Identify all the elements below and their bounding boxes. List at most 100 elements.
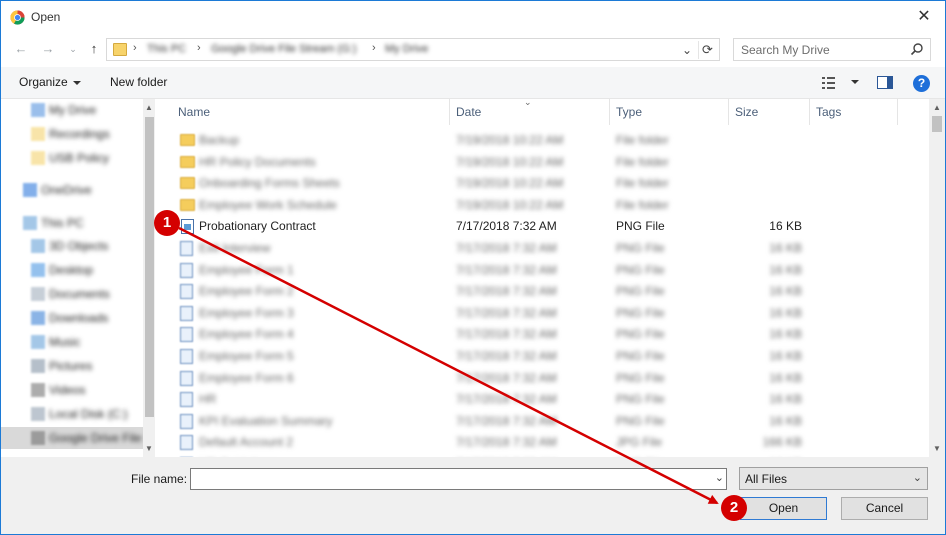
file-row[interactable]: Employee Form 2 7/17/2018 7:32 AM PNG File… bbox=[164, 281, 929, 302]
disk-icon bbox=[31, 407, 45, 421]
close-icon[interactable]: ✕ bbox=[913, 6, 935, 28]
file-type: PNG File bbox=[616, 284, 665, 299]
cancel-button[interactable]: Cancel bbox=[841, 497, 928, 520]
file-size: 16 KB bbox=[769, 219, 802, 234]
scroll-up-icon[interactable]: ▲ bbox=[929, 101, 945, 115]
file-row[interactable]: HR 7/17/2018 7:32 AM PNG File 16 KB bbox=[164, 389, 929, 410]
file-row[interactable]: KPI Evaluation Summary 7/17/2018 7:32 AM P… bbox=[164, 411, 929, 432]
file-size: 16 KB bbox=[769, 262, 802, 277]
file-name-dropdown-icon[interactable]: ⌄ bbox=[715, 471, 724, 484]
scroll-down-icon[interactable]: ▼ bbox=[929, 442, 945, 456]
file-name-label: File name: bbox=[131, 472, 188, 486]
open-file-dialog: Open ✕ ← → ⌄ ↑ › This PC › Google Drive … bbox=[0, 0, 946, 535]
scroll-up-icon[interactable]: ▲ bbox=[143, 101, 155, 115]
file-date: 7/17/2018 7:32 AM bbox=[456, 219, 557, 234]
file-row[interactable]: Employee Form 1 7/17/2018 7:32 AM PNG File… bbox=[164, 260, 929, 281]
column-name[interactable]: Name bbox=[172, 99, 450, 125]
address-dropdown-icon[interactable]: ⌄ bbox=[679, 41, 695, 59]
refresh-icon[interactable]: ⟳ bbox=[698, 41, 716, 59]
file-name: Employee Form 4 bbox=[199, 327, 294, 342]
forward-arrow-icon[interactable]: → bbox=[39, 39, 57, 59]
search-box[interactable] bbox=[733, 38, 931, 61]
nav-item-label: Downloads bbox=[49, 311, 109, 325]
nav-item-label: Desktop bbox=[49, 263, 94, 277]
this-pc-icon bbox=[23, 216, 37, 230]
nav-item[interactable]: Desktop bbox=[1, 259, 143, 281]
file-type-filter-value: All Files bbox=[745, 472, 788, 486]
nav-item-label: Google Drive File bbox=[49, 431, 142, 445]
preview-pane-icon[interactable] bbox=[877, 76, 893, 89]
file-row[interactable]: Employee Work Schedule 7/19/2018 10:22 AM… bbox=[164, 195, 929, 216]
nav-item[interactable]: Downloads bbox=[1, 307, 143, 329]
file-type: PNG File bbox=[616, 413, 665, 428]
file-row[interactable]: Onboarding Forms Sheets 7/19/2018 10:22 A… bbox=[164, 173, 929, 194]
column-type[interactable]: Type bbox=[610, 99, 729, 125]
file-date: 7/19/2018 10:22 AM bbox=[456, 133, 564, 147]
file-row[interactable]: Employee Form 5 7/17/2018 7:32 AM PNG File… bbox=[164, 346, 929, 367]
search-input[interactable] bbox=[739, 40, 909, 60]
nav-scrollbar[interactable]: ▲ ▼ bbox=[143, 99, 155, 457]
column-tags[interactable]: Tags bbox=[810, 99, 898, 125]
file-row[interactable]: Probationary Contract 7/17/2018 7:32 AM PN… bbox=[164, 216, 929, 237]
nav-item[interactable]: Pictures bbox=[1, 355, 143, 377]
file-size: 16 KB bbox=[769, 392, 802, 407]
image-file-icon bbox=[180, 284, 193, 300]
column-size[interactable]: Size bbox=[729, 99, 810, 125]
new-folder-button[interactable]: New folder bbox=[110, 75, 167, 89]
scroll-down-icon[interactable]: ▼ bbox=[143, 442, 155, 456]
nav-item[interactable]: My Drive bbox=[1, 99, 143, 121]
breadcrumb-this-pc[interactable]: This PC bbox=[147, 43, 186, 55]
file-list-scroll-thumb[interactable] bbox=[932, 116, 942, 132]
search-icon[interactable] bbox=[910, 42, 924, 56]
file-row[interactable]: Backup 7/19/2018 10:22 AM File folder bbox=[164, 130, 929, 151]
videos-icon bbox=[31, 383, 45, 397]
file-list-scrollbar[interactable]: ▲ ▼ bbox=[929, 99, 945, 457]
file-row[interactable]: Employee Form 3 7/17/2018 7:32 AM PNG File… bbox=[164, 303, 929, 324]
breadcrumb-drive[interactable]: Google Drive File Stream (G:) bbox=[211, 43, 356, 55]
address-bar[interactable]: › This PC › Google Drive File Stream (G:… bbox=[106, 38, 720, 61]
nav-item-label: USB Policy bbox=[49, 151, 110, 165]
nav-item[interactable]: USB Policy bbox=[1, 147, 143, 169]
open-button[interactable]: Open bbox=[740, 497, 827, 520]
file-type: File folder bbox=[616, 133, 669, 147]
file-row[interactable]: Employee Form 4 7/17/2018 7:32 AM PNG File… bbox=[164, 324, 929, 345]
up-arrow-icon[interactable]: ↑ bbox=[85, 39, 103, 59]
file-type: PNG File bbox=[616, 327, 665, 342]
file-row[interactable]: HR Policy Documents 7/19/2018 10:22 AM Fil… bbox=[164, 152, 929, 173]
nav-item[interactable]: Videos bbox=[1, 379, 143, 401]
nav-item[interactable]: Documents bbox=[1, 283, 143, 305]
nav-item[interactable]: 3D Objects bbox=[1, 235, 143, 257]
nav-item[interactable]: Music bbox=[1, 331, 143, 353]
nav-item[interactable]: This PC bbox=[1, 212, 143, 234]
view-caret-icon[interactable] bbox=[851, 80, 859, 84]
image-file-icon bbox=[181, 219, 194, 235]
file-type: PNG File bbox=[616, 392, 665, 407]
nav-scroll-thumb[interactable] bbox=[145, 117, 154, 417]
nav-item[interactable]: Recordings bbox=[1, 123, 143, 145]
file-row[interactable]: Exit Interview 7/17/2018 7:32 AM PNG File 1… bbox=[164, 238, 929, 259]
nav-item[interactable]: Local Disk (C:) bbox=[1, 403, 143, 425]
file-name: KPI Evaluation Summary bbox=[199, 413, 333, 428]
help-icon[interactable]: ? bbox=[913, 75, 930, 92]
column-date[interactable]: Date bbox=[450, 99, 610, 125]
file-name: Employee Form 6 bbox=[199, 370, 294, 385]
nav-item[interactable]: OneDrive bbox=[1, 179, 143, 201]
breadcrumb-my-drive[interactable]: My Drive bbox=[385, 43, 428, 55]
nav-item[interactable]: Google Drive File bbox=[1, 427, 143, 449]
music-icon bbox=[31, 335, 45, 349]
recent-locations-chevron-icon[interactable]: ⌄ bbox=[64, 39, 82, 59]
file-size: 166 KB bbox=[762, 435, 802, 450]
nav-item-label: Pictures bbox=[49, 359, 93, 373]
file-name-field[interactable]: ⌄ bbox=[190, 468, 727, 490]
file-row[interactable]: Default Account 2 7/17/2018 7:32 AM JPG Fi… bbox=[164, 432, 929, 453]
organize-menu[interactable]: Organize bbox=[19, 75, 81, 89]
file-size: 16 KB bbox=[769, 284, 802, 299]
file-type-filter[interactable]: All Files ⌄ bbox=[739, 467, 928, 490]
view-options-icon[interactable] bbox=[822, 76, 838, 90]
file-name-input[interactable] bbox=[195, 470, 695, 489]
back-arrow-icon[interactable]: ← bbox=[12, 39, 30, 59]
disk-icon bbox=[31, 431, 45, 445]
nav-item-label: Videos bbox=[49, 383, 86, 397]
file-row[interactable]: Employee Form 6 7/17/2018 7:32 AM PNG File… bbox=[164, 368, 929, 389]
downloads-icon bbox=[31, 311, 45, 325]
